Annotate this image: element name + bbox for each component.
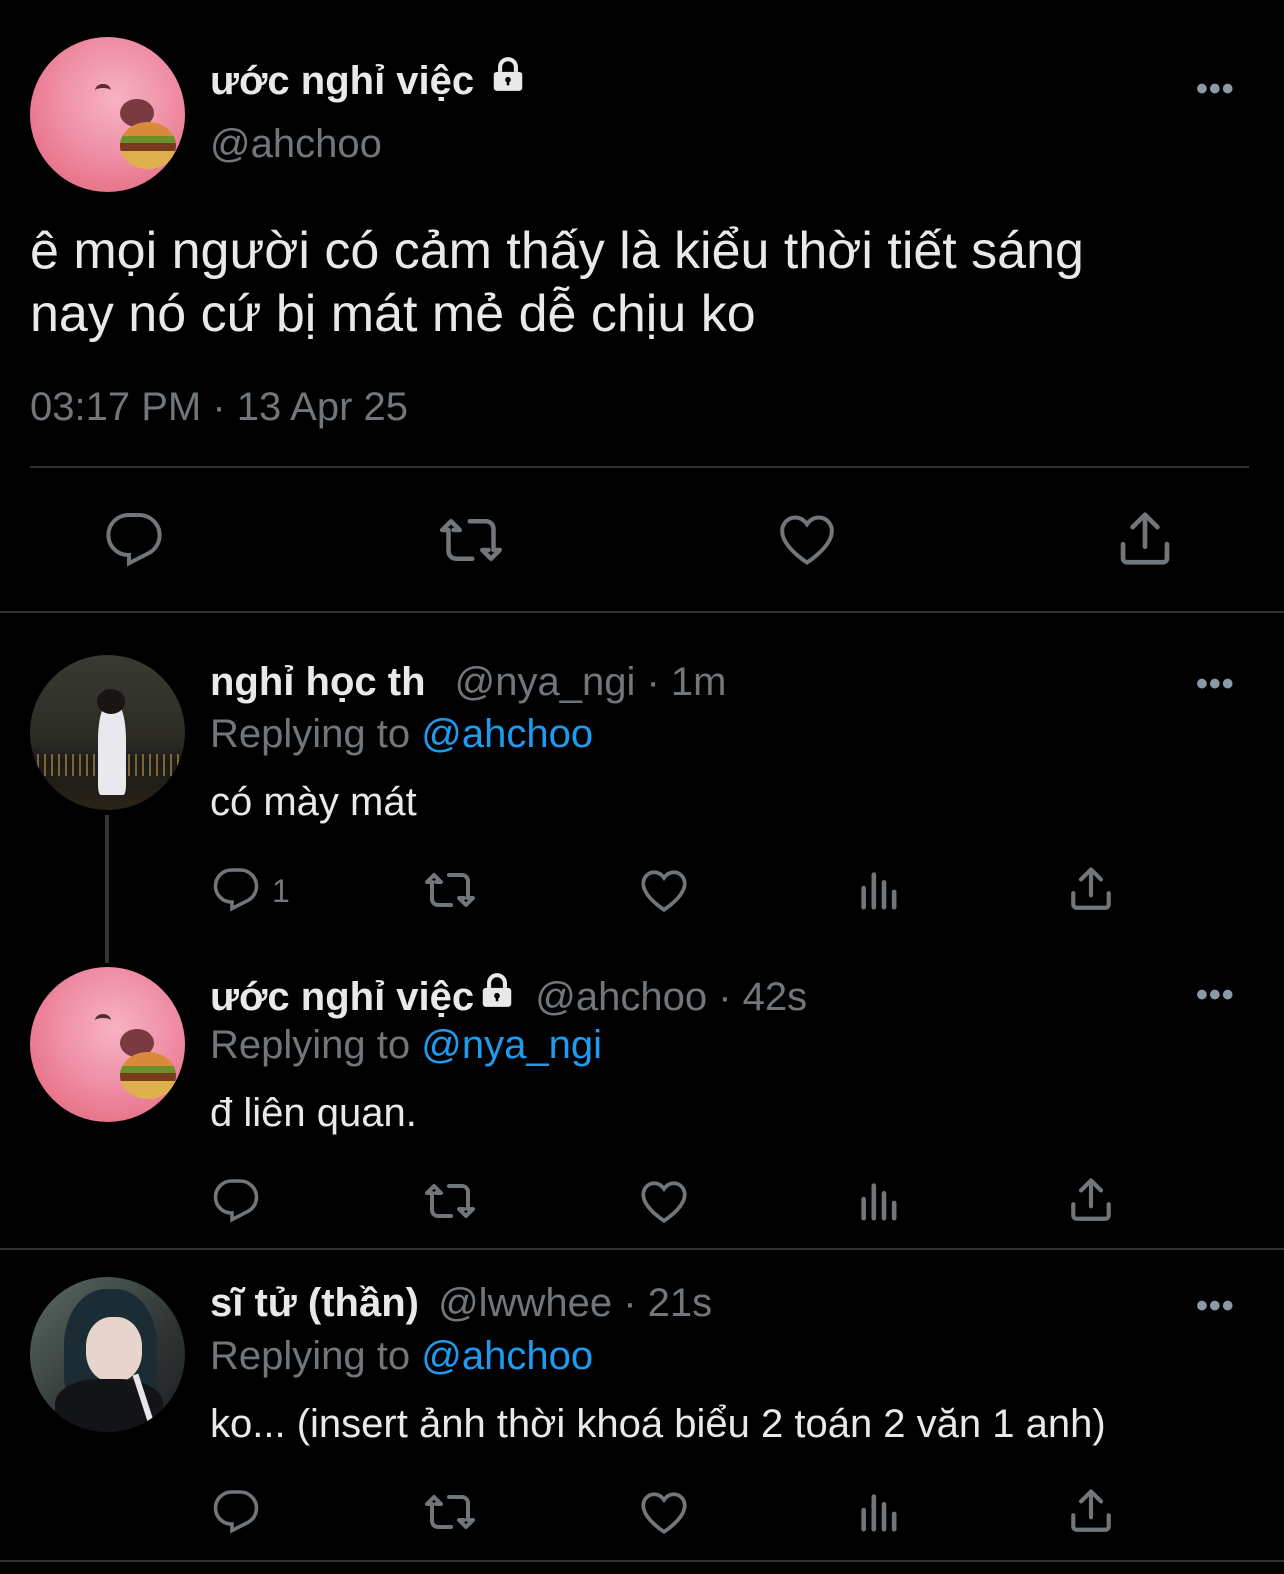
display-name[interactable]: sĩ tử (thần) [210, 1281, 419, 1325]
divider [30, 466, 1249, 468]
like-icon[interactable] [639, 1177, 689, 1227]
share-icon[interactable] [1066, 1175, 1116, 1225]
share-icon[interactable] [1066, 864, 1116, 914]
like-icon[interactable] [639, 1488, 689, 1538]
retweet-icon[interactable] [422, 1177, 478, 1225]
reply-icon[interactable] [212, 1488, 260, 1536]
reply-text: có mày mát [210, 780, 417, 824]
display-name-text: ước nghỉ việc [210, 59, 475, 103]
like-icon[interactable] [777, 510, 837, 570]
thread-line [105, 815, 109, 963]
replying-prefix: Replying to [210, 1334, 411, 1378]
retweet-icon[interactable] [438, 510, 504, 570]
reply-count: 1 [272, 873, 290, 909]
display-name[interactable]: ước nghỉ việc [210, 975, 474, 1019]
tweet-text: ê mọi người có cảm thấy là kiểu thời tiế… [30, 220, 1084, 346]
reply-icon[interactable] [212, 866, 260, 914]
more-options-icon[interactable]: ••• [1196, 665, 1235, 704]
reply-icon[interactable] [212, 1177, 260, 1225]
handle-time[interactable]: @ahchoo · 42s [535, 975, 807, 1019]
tweet-text-line-2: nay nó cứ bị mát mẻ dễ chịu ko [30, 285, 756, 343]
avatar[interactable] [30, 655, 185, 810]
retweet-icon[interactable] [422, 866, 478, 914]
reply-text: đ liên quan. [210, 1091, 417, 1135]
avatar[interactable] [30, 37, 185, 192]
more-options-icon[interactable]: ••• [1196, 70, 1235, 109]
replying-to: Replying to @ahchoo [210, 712, 593, 757]
analytics-icon[interactable] [856, 1177, 902, 1225]
handle[interactable]: @ahchoo [210, 122, 382, 167]
avatar[interactable] [30, 967, 185, 1122]
reply-header: sĩ tử (thần) @lwwhee · 21s [210, 1281, 712, 1326]
retweet-icon[interactable] [422, 1488, 478, 1536]
replying-handle-link[interactable]: @ahchoo [421, 1334, 593, 1378]
replying-to: Replying to @ahchoo [210, 1334, 593, 1379]
divider [0, 1248, 1284, 1250]
lock-icon [489, 56, 527, 104]
reply-header: ước nghỉ việc @ahchoo · 42s [210, 972, 807, 1020]
more-options-icon[interactable]: ••• [1196, 976, 1235, 1015]
lock-icon [478, 972, 516, 1020]
replying-to: Replying to @nya_ngi [210, 1023, 602, 1068]
replying-prefix: Replying to [210, 1023, 411, 1067]
timestamp[interactable]: 03:17 PM · 13 Apr 25 [30, 385, 408, 430]
share-icon[interactable] [1066, 1486, 1116, 1536]
replying-handle-link[interactable]: @nya_ngi [421, 1023, 602, 1067]
avatar[interactable] [30, 1277, 185, 1432]
analytics-icon[interactable] [856, 1488, 902, 1536]
replying-prefix: Replying to [210, 712, 411, 756]
display-name[interactable]: ước nghỉ việc [210, 56, 527, 104]
divider [0, 1560, 1284, 1562]
reply-text: ko... (insert ảnh thời khoá biểu 2 toán … [210, 1402, 1106, 1446]
more-options-icon[interactable]: ••• [1196, 1287, 1235, 1326]
handle-time[interactable]: @lwwhee · 21s [438, 1281, 712, 1325]
reply-header: nghỉ học th @nya_ngi · 1m [210, 660, 726, 705]
tweet-text-line-1: ê mọi người có cảm thấy là kiểu thời tiế… [30, 222, 1084, 280]
replying-handle-link[interactable]: @ahchoo [421, 712, 593, 756]
like-icon[interactable] [639, 866, 689, 916]
display-name[interactable]: nghỉ học th [210, 660, 426, 704]
handle-time[interactable]: @nya_ngi · 1m [455, 660, 727, 704]
divider [0, 611, 1284, 613]
share-icon[interactable] [1114, 508, 1176, 570]
analytics-icon[interactable] [856, 866, 902, 914]
reply-icon[interactable] [104, 510, 164, 570]
